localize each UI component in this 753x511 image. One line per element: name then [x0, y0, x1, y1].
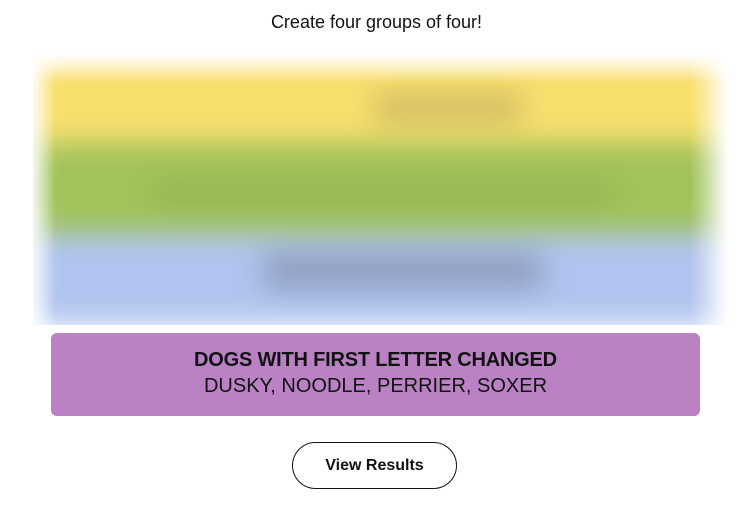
blur-fade-left [33, 53, 55, 325]
solved-group-title: DOGS WITH FIRST LETTER CHANGED [194, 349, 557, 371]
solved-group-card: DOGS WITH FIRST LETTER CHANGED DUSKY, NO… [51, 333, 700, 416]
solved-group-members: DUSKY, NOODLE, PERRIER, SOXER [203, 375, 548, 397]
blurred-blue-text [263, 253, 543, 289]
view-results-button[interactable]: View Results [292, 442, 457, 489]
instructions-text: Create four groups of four! [270, 12, 483, 32]
blur-fade-top [33, 53, 730, 83]
connections-game: Create four groups of four! DOGS WITH FI… [0, 0, 753, 511]
blurred-yellow-text [373, 93, 523, 123]
blur-fade-right [690, 53, 730, 325]
blurred-groups-overlay [33, 53, 730, 325]
blurred-green-text [153, 183, 613, 205]
blurred-groups [33, 53, 730, 325]
